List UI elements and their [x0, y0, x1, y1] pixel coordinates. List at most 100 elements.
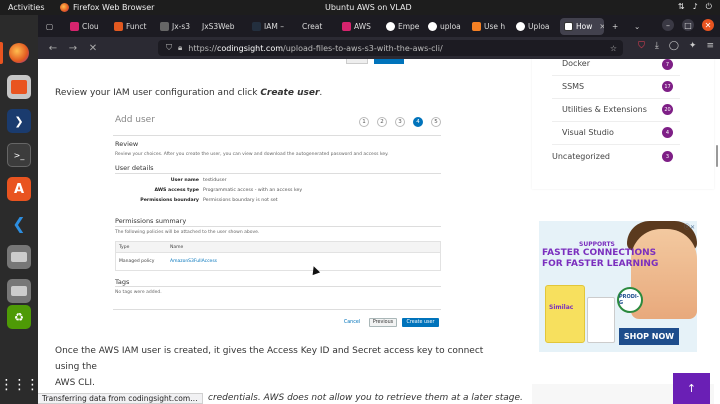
ad-headline-3: FOR FASTER LEARNING [542, 259, 659, 269]
close-tab-icon[interactable]: ✕ [599, 22, 604, 31]
divider [113, 309, 441, 310]
url-prefix: https:// [188, 43, 217, 53]
drive2-dock-icon[interactable] [7, 279, 31, 303]
window-title: Ubuntu AWS on VLAD [325, 3, 412, 12]
policies-table: Type Name Managed policy AmazonS3FullAcc… [115, 241, 441, 271]
github-icon [428, 22, 437, 31]
url-bar[interactable]: ⛉ 🔒︎ https://codingsight.com/upload-file… [158, 40, 623, 56]
tab-label: Creat [302, 22, 323, 31]
stackoverflow-icon [472, 22, 481, 31]
system-tray[interactable]: ⇅ ♪ ⏻ [678, 2, 712, 12]
volume-icon[interactable]: ♪ [693, 2, 698, 12]
advertisement-banner[interactable]: ⓘ✕ SUPPORTS FASTER CONNECTIONS FOR FASTE… [539, 221, 697, 352]
vscode-icon: ❮ [12, 213, 26, 233]
tab-6[interactable]: Creat [298, 18, 336, 35]
column-header-name: Name [170, 245, 184, 250]
tab-5[interactable]: IAM – [248, 18, 290, 35]
firefox-icon [60, 3, 69, 12]
tab-3[interactable]: Jx-s3 [156, 18, 196, 35]
tab-12-active[interactable]: How ✕ [560, 18, 604, 35]
article-paragraph-2: Once the AWS IAM user is created, it giv… [55, 343, 505, 391]
folder-icon [11, 80, 27, 94]
tab-9[interactable]: uploa [424, 18, 466, 35]
extensions-icon[interactable]: ✦ [689, 41, 697, 51]
page-scrollbar[interactable] [716, 145, 718, 167]
minimize-icon[interactable]: – [662, 19, 674, 31]
list-all-tabs-button[interactable]: ⌄ [630, 18, 644, 35]
divider [552, 98, 680, 99]
bookmark-star-icon[interactable]: ☆ [610, 44, 617, 53]
activities-button[interactable]: Activities [8, 3, 45, 12]
permissions-summary-heading: Permissions summary [115, 217, 187, 225]
pocket-icon[interactable]: ⛉ [638, 41, 645, 51]
vscode-dock-icon[interactable]: ❮ [7, 211, 31, 235]
category-link[interactable]: Docker [562, 59, 590, 68]
back-arrow-icon[interactable]: ← [46, 41, 60, 55]
trash-dock-icon[interactable]: ♻ [7, 305, 31, 329]
powershell-icon: ❯ [14, 114, 24, 128]
divider [115, 286, 441, 287]
tab-2[interactable]: Funct [110, 18, 154, 35]
stop-loading-icon[interactable]: ✕ [86, 41, 100, 55]
category-link[interactable]: Uncategorized [552, 152, 610, 161]
show-apps-button[interactable]: ⋮⋮⋮ [0, 373, 40, 397]
software-dock-icon[interactable]: A [7, 177, 31, 201]
tab-label: Clou [82, 22, 99, 31]
tab-11[interactable]: Uploa [512, 18, 556, 35]
category-link[interactable]: Visual Studio [562, 128, 614, 137]
tab-7[interactable]: AWS [338, 18, 380, 35]
scroll-to-top-button[interactable]: ↑ [673, 373, 710, 404]
downloads-icon[interactable]: ⤓ [655, 41, 659, 51]
tab-label: uploa [440, 22, 461, 31]
app-menu[interactable]: Firefox Web Browser [60, 3, 154, 12]
detail-value: testiduser [203, 178, 227, 183]
detail-key: AWS access type [154, 188, 199, 193]
maximize-icon[interactable]: □ [682, 19, 694, 31]
previous-button: Previous [369, 318, 397, 327]
window-controls: – □ ✕ [662, 19, 714, 31]
terminal-icon: >_ [13, 150, 25, 160]
url-host: codingsight.com [216, 43, 283, 53]
detail-value: Programmatic access - with an access key [203, 188, 303, 193]
powershell-dock-icon[interactable]: ❯ [7, 109, 31, 133]
drive-dock-icon[interactable] [7, 245, 31, 269]
article-paragraph-3: credentials. AWS does not allow you to r… [208, 393, 523, 403]
ad-brand: Similac [549, 304, 574, 311]
firefox-icon [9, 43, 29, 63]
shield-icon[interactable]: ⛉ [166, 43, 172, 53]
category-count-badge: 20 [662, 104, 673, 115]
menu-icon[interactable]: ≡ [706, 41, 714, 51]
tab-8[interactable]: Empe [382, 18, 422, 35]
terminal-dock-icon[interactable]: >_ [7, 143, 31, 167]
firefox-view-icon: ▢ [46, 22, 54, 31]
category-link[interactable]: Utilities & Extensions [562, 105, 647, 114]
active-indicator [0, 42, 3, 64]
codingsight-icon [564, 22, 573, 31]
tab-4[interactable]: JxS3Web [198, 18, 244, 35]
system-top-bar: Activities Firefox Web Browser Ubuntu AW… [0, 0, 720, 15]
prev-screenshot-button [374, 59, 404, 64]
files-dock-icon[interactable] [7, 75, 31, 99]
power-icon[interactable]: ⏻ [706, 2, 712, 12]
new-tab-button[interactable]: + [608, 18, 620, 35]
step-5: 5 [431, 117, 441, 127]
tab-1[interactable]: Clou [66, 18, 106, 35]
category-link[interactable]: SSMS [562, 82, 584, 91]
forward-arrow-icon[interactable]: → [66, 41, 80, 55]
close-window-icon[interactable]: ✕ [702, 19, 714, 31]
firefox-dock-icon[interactable] [7, 41, 31, 65]
ad-headline-1: SUPPORTS [579, 241, 615, 248]
tab-label: Use h [484, 22, 506, 31]
lock-icon[interactable]: 🔒︎ [178, 43, 182, 53]
policy-link: AmazonS3FullAccess [170, 259, 218, 264]
tab-label: AWS [354, 22, 371, 31]
adchoices-icon[interactable]: ⓘ✕ [684, 222, 695, 231]
tab-favicon [114, 22, 123, 31]
divider [552, 144, 680, 145]
tab-label: Empe [398, 22, 420, 31]
account-icon[interactable]: ◯ [669, 41, 679, 51]
tab-10[interactable]: Use h [468, 18, 510, 35]
tab-label: Funct [126, 22, 147, 31]
shop-now-button[interactable]: SHOP NOW [619, 328, 679, 345]
network-icon[interactable]: ⇅ [678, 2, 685, 12]
